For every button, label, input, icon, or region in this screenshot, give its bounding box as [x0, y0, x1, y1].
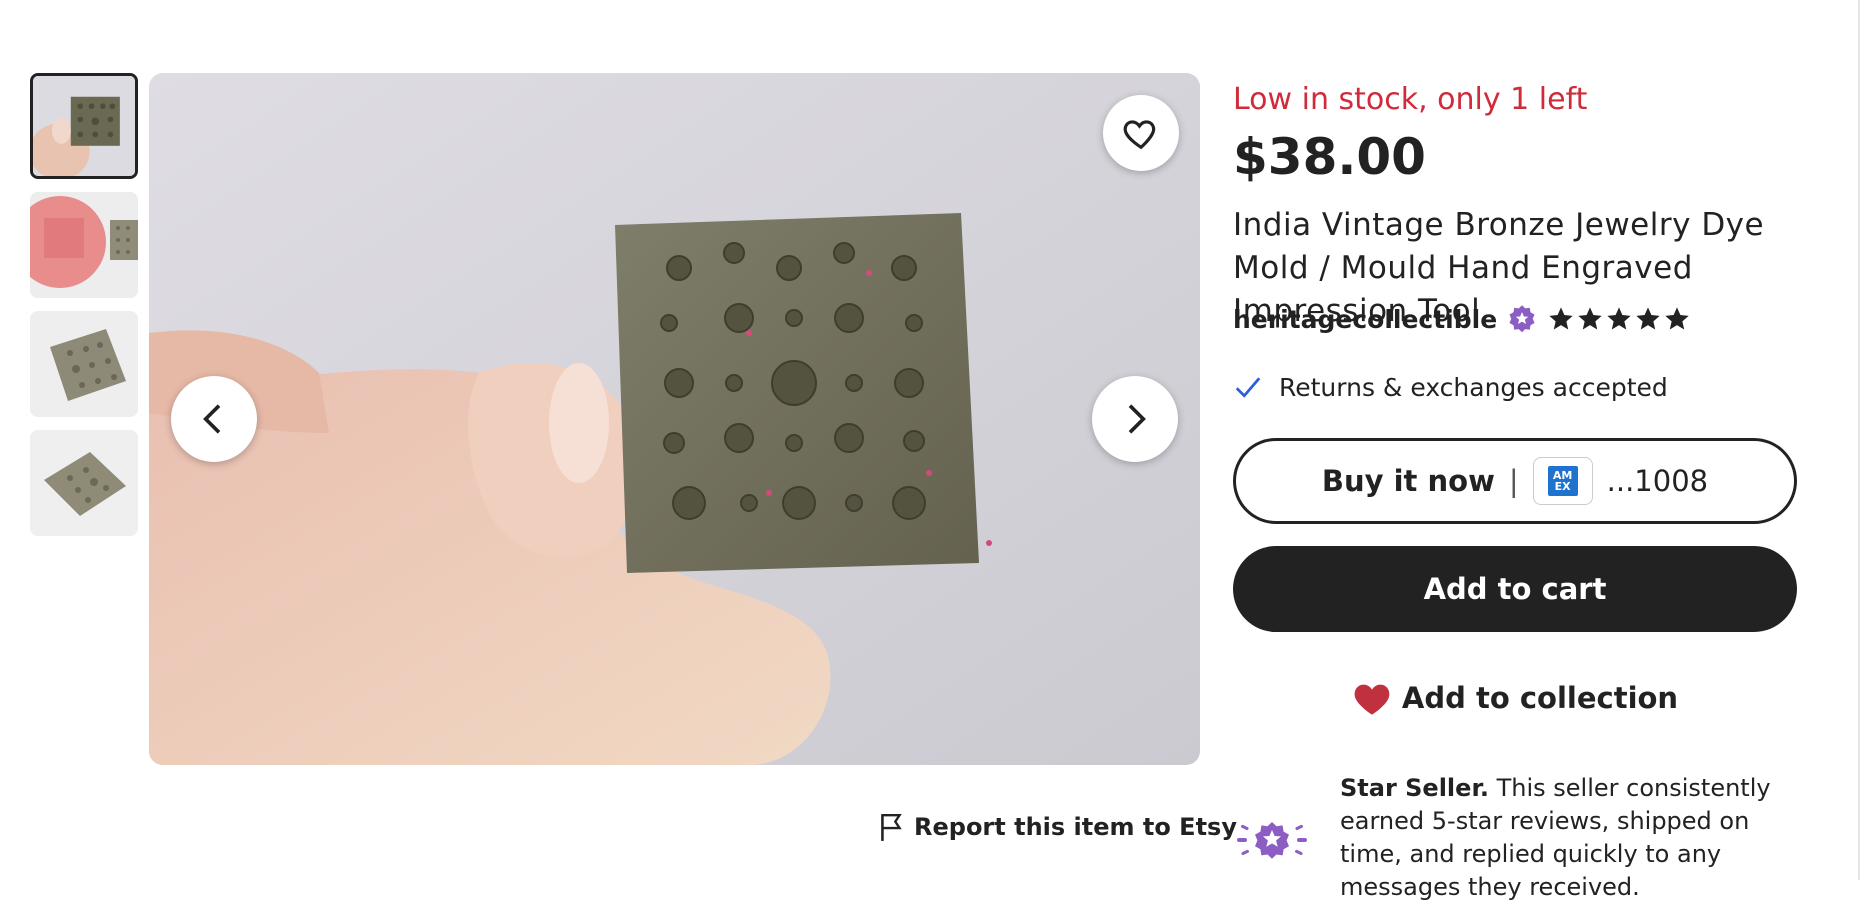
flag-icon: [881, 814, 902, 841]
buy-it-now-separator: |: [1508, 464, 1519, 498]
seller-rating[interactable]: [1547, 305, 1691, 333]
item-price: $38.00: [1233, 128, 1426, 186]
heart-filled-icon: [1354, 684, 1390, 715]
buy-it-now-label: Buy it now: [1321, 464, 1495, 498]
checkmark-icon: [1235, 377, 1261, 398]
main-product-image: [149, 73, 1200, 765]
thumbnail-2[interactable]: [30, 192, 138, 298]
seller-name-link[interactable]: heritagecollectible: [1233, 305, 1497, 334]
chevron-left-icon: [203, 404, 221, 434]
star-seller-badge-icon: [1509, 305, 1535, 333]
returns-text: Returns & exchanges accepted: [1279, 372, 1668, 402]
star-icon: [1636, 307, 1660, 330]
buy-it-now-button[interactable]: Buy it now | AM EX ...1008: [1233, 438, 1797, 524]
star-seller-description: Star Seller. This seller consistently ea…: [1340, 772, 1800, 904]
heart-outline-icon: [1123, 120, 1156, 150]
amex-card-icon: AM EX: [1547, 466, 1578, 496]
stock-status: Low in stock, only 1 left: [1233, 82, 1588, 117]
seller-row: heritagecollectible: [1233, 304, 1691, 334]
thumbnail-list: [30, 73, 138, 549]
favorite-button[interactable]: [1103, 95, 1179, 171]
star-seller-badge-icon: [1237, 822, 1307, 859]
previous-image-button[interactable]: [171, 376, 257, 462]
thumbnail-3-image: [30, 311, 138, 417]
returns-info: Returns & exchanges accepted: [1233, 372, 1668, 402]
star-icon: [1607, 307, 1631, 330]
add-to-cart-button[interactable]: Add to cart: [1233, 546, 1797, 632]
product-photo: [149, 73, 1200, 765]
star-icon: [1578, 307, 1602, 330]
report-item-label: Report this item to Etsy: [914, 813, 1237, 841]
add-to-collection-button[interactable]: Add to collection: [1233, 668, 1797, 728]
page-edge: [1858, 0, 1860, 880]
payment-card-box: AM EX: [1532, 457, 1593, 505]
thumbnail-4[interactable]: [30, 430, 138, 536]
thumbnail-2-image: [30, 192, 138, 298]
card-number-suffix: ...1008: [1606, 464, 1709, 498]
chevron-right-icon: [1128, 404, 1146, 434]
star-icon: [1665, 307, 1689, 330]
thumbnail-1-image: [33, 76, 135, 176]
thumbnail-4-image: [30, 430, 138, 536]
report-item-link[interactable]: Report this item to Etsy: [878, 812, 1237, 842]
thumbnail-1[interactable]: [30, 73, 138, 179]
thumbnail-3[interactable]: [30, 311, 138, 417]
next-image-button[interactable]: [1092, 376, 1178, 462]
star-seller-heading: Star Seller.: [1340, 774, 1489, 802]
add-to-collection-label: Add to collection: [1401, 681, 1679, 715]
star-icon: [1549, 307, 1573, 330]
